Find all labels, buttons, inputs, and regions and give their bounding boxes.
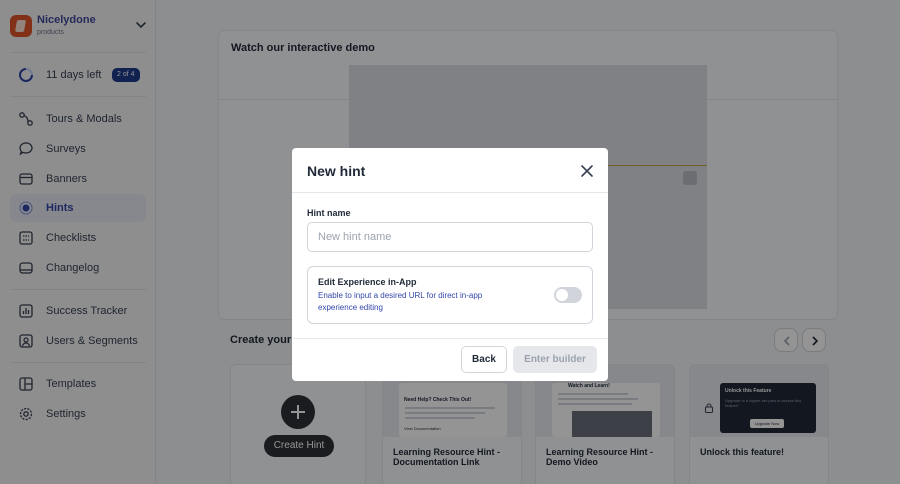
divider: [292, 338, 608, 339]
hint-name-input[interactable]: [307, 222, 593, 252]
toggle-knob: [556, 289, 568, 301]
divider: [292, 192, 608, 193]
edit-in-app-option: Edit Experience in-App Enable to input a…: [307, 266, 593, 324]
edit-in-app-toggle[interactable]: [554, 287, 582, 303]
close-icon[interactable]: [580, 164, 594, 178]
modal-title: New hint: [307, 163, 366, 179]
hint-name-label: Hint name: [307, 208, 351, 218]
back-button[interactable]: Back: [461, 346, 507, 373]
new-hint-modal: New hint Hint name Edit Experience in-Ap…: [292, 148, 608, 381]
enter-builder-button[interactable]: Enter builder: [513, 346, 597, 373]
edit-option-description: Enable to input a desired URL for direct…: [318, 291, 483, 312]
edit-option-title: Edit Experience in-App: [318, 277, 417, 287]
